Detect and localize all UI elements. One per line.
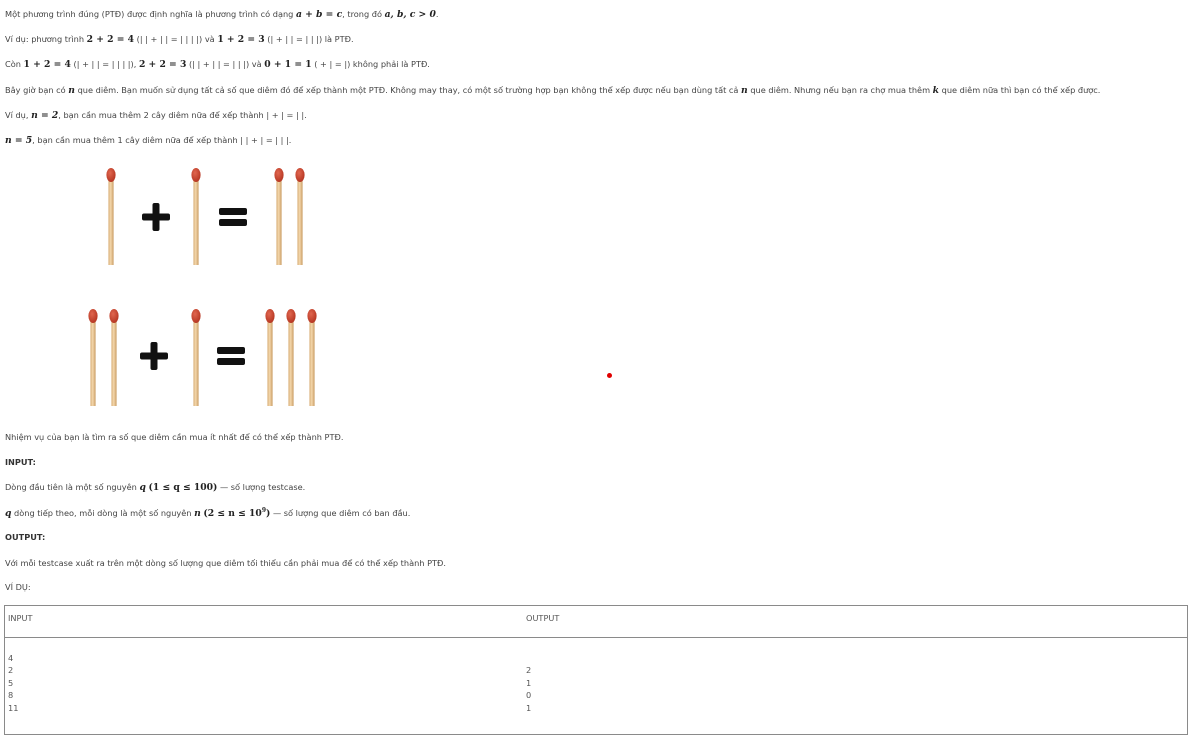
matchstick — [109, 309, 119, 406]
matchstick — [274, 168, 284, 265]
matchstick — [106, 168, 116, 265]
input-title: INPUT: — [5, 457, 36, 467]
output-line: 0 — [526, 690, 532, 701]
matchstick — [307, 309, 317, 406]
math-expression: (1 ≤ q ≤ 100) — [148, 482, 218, 493]
sample-output-column: 2101 — [526, 664, 531, 714]
math-expression: (2 ≤ n ≤ 109) — [203, 506, 271, 519]
equation-row-1 — [106, 168, 305, 265]
math-variable: n — [194, 508, 201, 519]
input-line-2: q dòng tiếp theo, mỗi dòng là một số ngu… — [5, 506, 411, 519]
matchstick — [88, 309, 98, 406]
output-line: 2 — [526, 665, 532, 676]
math-variable: q — [139, 482, 146, 493]
equals-sign — [217, 347, 245, 365]
plus-sign — [140, 342, 168, 370]
matchstick-figure — [88, 168, 317, 406]
matchstick — [295, 168, 305, 265]
input-line: 11 — [8, 702, 19, 713]
sample-table: INPUT OUTPUT 4 2 5 8 11 2101 — [4, 605, 1188, 735]
matchstick — [191, 309, 201, 406]
equation-row-2 — [88, 309, 317, 406]
matchstick — [265, 309, 275, 406]
math-variable: q — [5, 508, 12, 519]
output-title: OUTPUT: — [5, 532, 46, 542]
input-line-1: Dòng đầu tiên là một số nguyên q (1 ≤ q … — [5, 482, 306, 493]
plus-sign — [142, 203, 170, 231]
output-line: 1 — [526, 677, 532, 688]
input-line: 2 — [8, 665, 14, 676]
input-line: 8 — [8, 690, 14, 701]
cursor-dot — [607, 373, 612, 378]
sample-table-header: INPUT OUTPUT — [5, 606, 1187, 638]
input-line: 5 — [8, 677, 14, 688]
example-label: VÍ DỤ: — [5, 582, 31, 592]
equals-sign — [219, 208, 247, 226]
sample-output-header: OUTPUT — [526, 613, 560, 623]
task-text: Nhiệm vụ của bạn là tìm ra số que diêm c… — [5, 432, 344, 442]
matchstick — [286, 309, 296, 406]
output-line: 1 — [526, 702, 532, 713]
matchstick — [191, 168, 201, 265]
sample-input-header: INPUT — [8, 613, 33, 623]
output-line-1: Với mỗi testcase xuất ra trên một dòng s… — [5, 558, 446, 568]
sample-input-column: 4 2 5 8 11 — [8, 652, 18, 714]
input-line: 4 — [8, 653, 14, 663]
